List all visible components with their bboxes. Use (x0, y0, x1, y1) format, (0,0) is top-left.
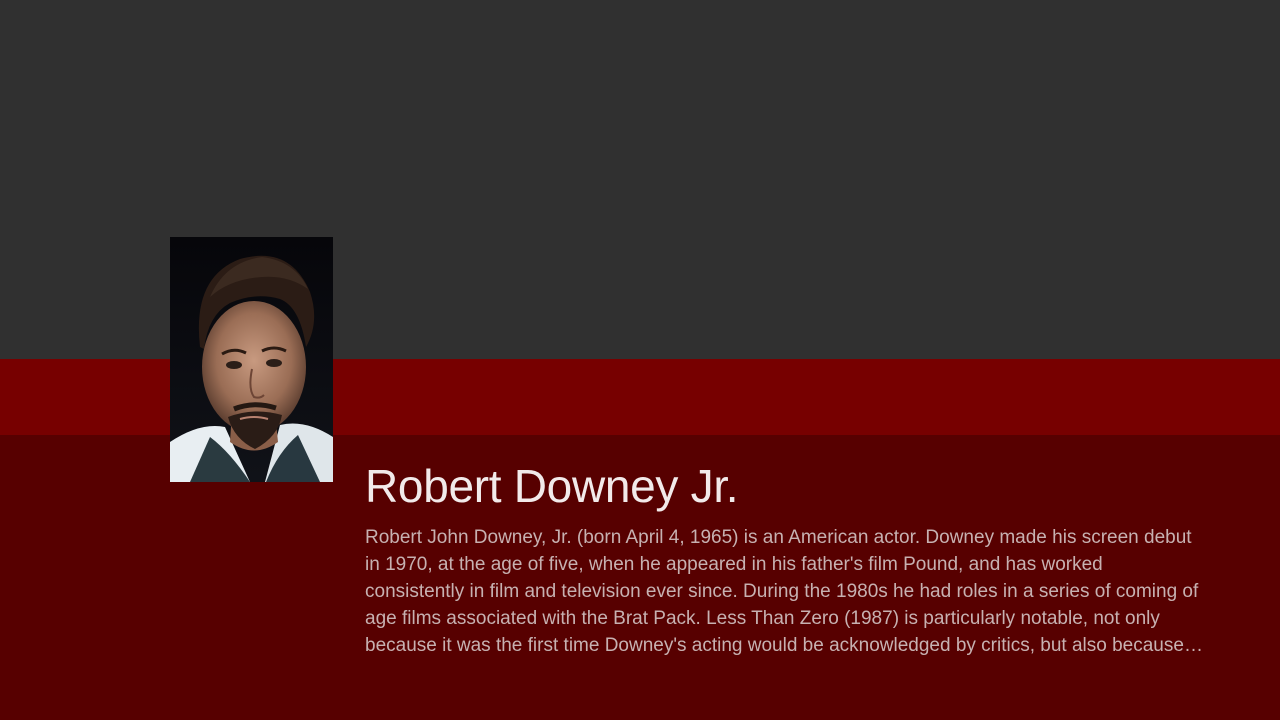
person-biography: Robert John Downey, Jr. (born April 4, 1… (365, 527, 1199, 656)
portrait-image-icon (170, 237, 333, 482)
details-screen: Robert Downey Jr. Robert John Downey, Jr… (0, 0, 1280, 720)
person-portrait[interactable] (170, 237, 333, 482)
person-details: Robert Downey Jr. Robert John Downey, Jr… (365, 458, 1205, 659)
person-name: Robert Downey Jr. (365, 460, 739, 512)
